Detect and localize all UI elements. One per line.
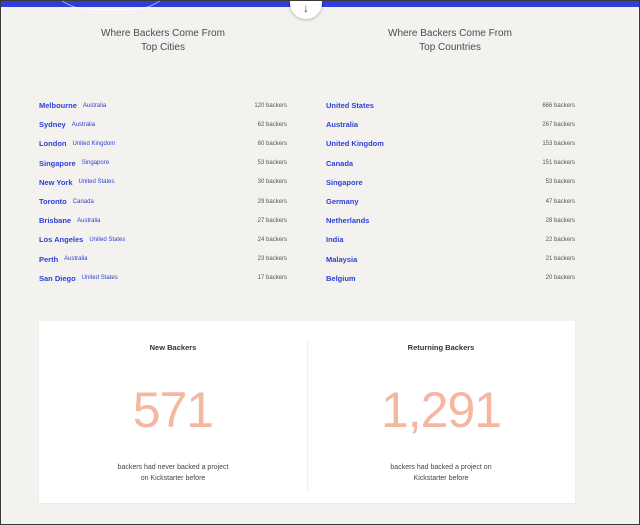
country-link[interactable]: United Kingdom: [326, 139, 384, 148]
country-backer-count: 22 backers: [545, 236, 575, 243]
city-link[interactable]: Perth: [39, 255, 58, 264]
arrow-down-icon: ↓: [303, 1, 309, 15]
country-row: Belgium 20 backers: [326, 269, 575, 288]
city-backer-count: 60 backers: [257, 140, 287, 147]
top-cities-heading-line2: Top Cities: [141, 42, 185, 53]
city-link[interactable]: Brisbane: [39, 216, 71, 225]
city-link[interactable]: Los Angeles: [39, 235, 83, 244]
city-country-link[interactable]: United States: [89, 237, 125, 243]
new-backers-stat: New Backers 571 backers had never backed…: [39, 321, 307, 503]
country-backer-count: 47 backers: [545, 198, 575, 205]
country-backer-count: 151 backers: [542, 160, 575, 167]
top-cities-heading: Where Backers Come From Top Cities: [53, 27, 273, 55]
country-row: Canada 151 backers: [326, 154, 575, 173]
country-backer-count: 153 backers: [542, 140, 575, 147]
city-backer-count: 53 backers: [257, 160, 287, 167]
city-country-link[interactable]: Australia: [77, 218, 100, 224]
city-backer-count: 30 backers: [257, 179, 287, 186]
country-row: Malaysia 21 backers: [326, 250, 575, 269]
country-link[interactable]: Belgium: [326, 274, 356, 283]
top-countries-heading: Where Backers Come From Top Countries: [340, 27, 560, 55]
banner-decoration: [41, 1, 181, 10]
city-backer-count: 120 backers: [254, 102, 287, 109]
city-backer-count: 29 backers: [257, 198, 287, 205]
city-row: Los Angeles United States 24 backers: [39, 230, 287, 249]
returning-backers-stat: Returning Backers 1,291 backers had back…: [307, 321, 575, 503]
country-link[interactable]: Netherlands: [326, 216, 369, 225]
country-row: United Kingdom 153 backers: [326, 134, 575, 153]
city-country-link[interactable]: Australia: [64, 256, 87, 262]
city-country-link[interactable]: United States: [82, 275, 118, 281]
city-row: Toronto Canada 29 backers: [39, 192, 287, 211]
city-link[interactable]: Sydney: [39, 120, 66, 129]
country-link[interactable]: Singapore: [326, 178, 363, 187]
city-backer-count: 62 backers: [257, 121, 287, 128]
city-link[interactable]: San Diego: [39, 274, 76, 283]
city-link[interactable]: Toronto: [39, 197, 67, 206]
backer-stats-card: New Backers 571 backers had never backed…: [39, 321, 575, 503]
country-row: Singapore 53 backers: [326, 173, 575, 192]
city-country-link[interactable]: United Kingdom: [73, 141, 116, 147]
country-row: United States 666 backers: [326, 96, 575, 115]
top-countries-heading-line2: Top Countries: [419, 42, 481, 53]
city-row: Singapore Singapore 53 backers: [39, 154, 287, 173]
returning-backers-description-line1: backers had backed a project on: [390, 464, 492, 471]
country-backer-count: 53 backers: [545, 179, 575, 186]
country-row: Germany 47 backers: [326, 192, 575, 211]
city-row: Perth Australia 23 backers: [39, 250, 287, 269]
new-backers-number: 571: [132, 382, 214, 438]
country-link[interactable]: Australia: [326, 120, 358, 129]
city-backer-count: 23 backers: [257, 256, 287, 263]
scroll-down-button[interactable]: ↓: [290, 1, 322, 19]
country-link[interactable]: Canada: [326, 159, 353, 168]
country-backer-count: 267 backers: [542, 121, 575, 128]
new-backers-description: backers had never backed a project on Ki…: [39, 462, 307, 484]
page-frame: ↓ Where Backers Come From Top Cities Whe…: [0, 0, 640, 525]
city-row: New York United States 30 backers: [39, 173, 287, 192]
country-link[interactable]: Malaysia: [326, 255, 357, 264]
city-country-link[interactable]: Canada: [73, 199, 94, 205]
top-countries-list: United States 666 backers Australia 267 …: [326, 96, 575, 288]
city-row: Sydney Australia 62 backers: [39, 115, 287, 134]
country-backer-count: 20 backers: [545, 275, 575, 282]
city-country-link[interactable]: United States: [79, 179, 115, 185]
returning-backers-title: Returning Backers: [407, 343, 475, 352]
country-row: India 22 backers: [326, 230, 575, 249]
city-link[interactable]: Melbourne: [39, 101, 77, 110]
top-cities-list: Melbourne Australia 120 backers Sydney A…: [39, 96, 287, 288]
top-countries-heading-line1: Where Backers Come From: [388, 28, 512, 39]
city-row: London United Kingdom 60 backers: [39, 134, 287, 153]
city-row: San Diego United States 17 backers: [39, 269, 287, 288]
city-backer-count: 17 backers: [257, 275, 287, 282]
city-country-link[interactable]: Singapore: [82, 160, 109, 166]
city-link[interactable]: London: [39, 139, 67, 148]
country-backer-count: 28 backers: [545, 217, 575, 224]
city-backer-count: 24 backers: [257, 236, 287, 243]
returning-backers-number: 1,291: [380, 382, 502, 438]
city-row: Melbourne Australia 120 backers: [39, 96, 287, 115]
country-link[interactable]: Germany: [326, 197, 359, 206]
country-backer-count: 21 backers: [545, 256, 575, 263]
country-row: Netherlands 28 backers: [326, 211, 575, 230]
new-backers-title: New Backers: [149, 343, 197, 352]
new-backers-description-line2: on Kickstarter before: [140, 475, 206, 482]
city-backer-count: 27 backers: [257, 217, 287, 224]
country-link[interactable]: United States: [326, 101, 374, 110]
city-link[interactable]: New York: [39, 178, 73, 187]
new-backers-description-line1: backers had never backed a project: [117, 464, 229, 471]
country-row: Australia 267 backers: [326, 115, 575, 134]
city-row: Brisbane Australia 27 backers: [39, 211, 287, 230]
country-link[interactable]: India: [326, 235, 344, 244]
returning-backers-description-line2: Kickstarter before: [413, 475, 469, 482]
city-country-link[interactable]: Australia: [83, 103, 106, 109]
country-backer-count: 666 backers: [542, 102, 575, 109]
returning-backers-description: backers had backed a project on Kickstar…: [307, 462, 575, 484]
city-link[interactable]: Singapore: [39, 159, 76, 168]
city-country-link[interactable]: Australia: [72, 122, 95, 128]
top-cities-heading-line1: Where Backers Come From: [101, 28, 225, 39]
